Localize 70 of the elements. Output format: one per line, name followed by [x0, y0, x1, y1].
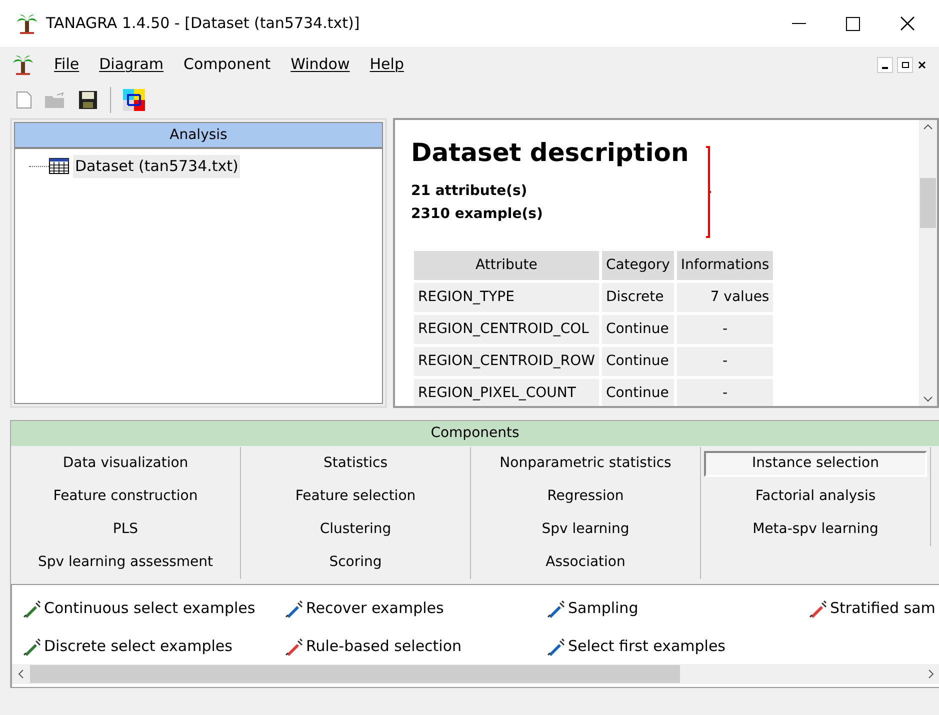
tool-item[interactable]: Rule-based selection: [306, 635, 462, 658]
component-tab[interactable]: Factorial analysis: [704, 484, 927, 510]
scrollbar-thumb[interactable]: [30, 665, 680, 683]
table-cell: Continue: [602, 315, 674, 344]
syringe-icon: [808, 598, 828, 618]
restore-icon[interactable]: [897, 56, 913, 72]
table-cell: 7 values: [676, 283, 774, 312]
tool-item[interactable]: Select first examples: [568, 635, 726, 658]
syringe-icon: [546, 636, 566, 656]
column-header: Attribute: [414, 251, 599, 280]
component-tab[interactable]: Nonparametric statistics: [474, 450, 697, 476]
table-cell: REGION_TYPE: [414, 283, 599, 312]
horizontal-scrollbar[interactable]: [12, 664, 939, 684]
syringe-icon: [22, 636, 42, 656]
table-cell: Discrete: [602, 283, 674, 312]
palm-tree-icon: [16, 12, 38, 34]
component-tab[interactable]: Feature construction: [14, 484, 237, 510]
component-tab[interactable]: Clustering: [244, 516, 467, 542]
table-cell: -: [676, 315, 774, 344]
component-tab[interactable]: Data visualization: [14, 450, 237, 476]
component-tab[interactable]: Regression: [474, 484, 697, 510]
column-header: Informations: [676, 251, 774, 280]
table-cell: -: [676, 347, 774, 376]
minimize-icon[interactable]: [877, 56, 893, 72]
table-cell: Continue: [602, 379, 674, 406]
table-cell: REGION_PIXEL_COUNT: [414, 379, 599, 406]
summary-text: 2310 example(s): [411, 205, 544, 224]
vertical-scrollbar[interactable]: [919, 120, 937, 406]
maximize-icon[interactable]: [846, 16, 860, 30]
component-tab[interactable]: Spv learning: [474, 516, 697, 542]
tree-item[interactable]: Dataset (tan5734.txt): [73, 155, 240, 178]
save-icon[interactable]: [78, 90, 98, 110]
table-icon: [49, 158, 69, 174]
scrollbar-thumb[interactable]: [920, 178, 936, 228]
new-file-icon[interactable]: [16, 91, 32, 109]
component-tab[interactable]: Scoring: [244, 550, 467, 576]
components-header: Components: [11, 421, 939, 446]
palm-tree-icon: [12, 54, 34, 76]
description-title: Dataset description: [411, 138, 689, 168]
component-tab[interactable]: Spv learning assessment: [14, 550, 237, 576]
syringe-icon: [284, 636, 304, 656]
component-tab[interactable]: Instance selection: [704, 450, 927, 476]
window-title: TANAGRA 1.4.50 - [Dataset (tan5734.txt)]: [46, 13, 360, 34]
tool-item[interactable]: Continuous select examples: [44, 597, 256, 620]
transform-icon[interactable]: [123, 89, 145, 111]
menu-item[interactable]: Window: [290, 53, 350, 76]
table-cell: -: [676, 379, 774, 406]
syringe-icon: [284, 598, 304, 618]
table-cell: REGION_CENTROID_ROW: [414, 347, 599, 376]
menu-item[interactable]: Component: [184, 53, 271, 76]
menu-item[interactable]: Help: [370, 53, 404, 76]
close-icon[interactable]: [900, 16, 915, 31]
syringe-icon: [22, 598, 42, 618]
component-tab[interactable]: Statistics: [244, 450, 467, 476]
component-tab[interactable]: PLS: [14, 516, 237, 542]
component-tab[interactable]: Association: [474, 550, 697, 576]
tool-item[interactable]: Stratified sam: [830, 597, 936, 620]
menu-item[interactable]: Diagram: [99, 53, 164, 76]
analysis-header: Analysis: [14, 122, 383, 148]
tool-item[interactable]: Discrete select examples: [44, 635, 232, 658]
table-cell: REGION_CENTROID_COL: [414, 315, 599, 344]
column-header: Category: [602, 251, 674, 280]
tool-item[interactable]: Recover examples: [306, 597, 444, 620]
component-tab[interactable]: Meta-spv learning: [704, 516, 927, 542]
menu-item[interactable]: File: [54, 53, 80, 76]
summary-text: 21 attribute(s): [411, 182, 528, 201]
syringe-icon: [546, 598, 566, 618]
component-tab[interactable]: Feature selection: [244, 484, 467, 510]
table-cell: Continue: [602, 347, 674, 376]
tool-item[interactable]: Sampling: [568, 597, 638, 620]
